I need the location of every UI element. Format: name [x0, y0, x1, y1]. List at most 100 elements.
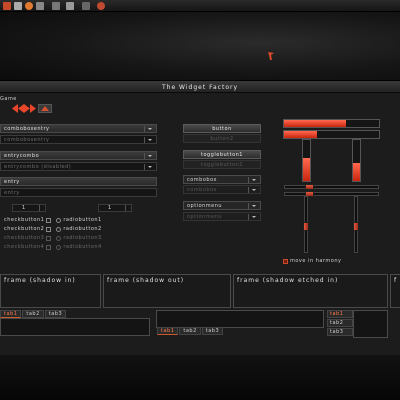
spinbutton-2[interactable]: 1: [98, 204, 132, 212]
entry-input[interactable]: entry: [0, 177, 157, 186]
app-icon[interactable]: [3, 2, 11, 10]
comboboxentry-disabled: comboboxentry: [0, 135, 157, 144]
notebook-right-panel: [353, 310, 388, 338]
progress-bar-top: [283, 119, 380, 128]
togglebutton1[interactable]: togglebutton1: [183, 150, 261, 159]
chevron-down-icon[interactable]: [144, 153, 154, 159]
vertical-progress-right: [352, 139, 361, 182]
comboboxentry-text: comboboxentry: [4, 126, 50, 132]
radiobutton4-label: radiobutton4: [63, 244, 102, 250]
combobox-disabled: combobox: [183, 185, 261, 194]
entry-text: entry: [4, 179, 20, 185]
tab-2[interactable]: tab2: [179, 327, 201, 335]
checkbox-icon[interactable]: [46, 217, 52, 223]
title-bar[interactable]: The Widget Factory: [0, 81, 400, 93]
radio-icon[interactable]: [56, 226, 62, 232]
spin-arrows-icon[interactable]: [125, 205, 130, 211]
checkbox-icon[interactable]: [46, 226, 52, 232]
notebook-bottom-panel: [156, 310, 324, 328]
chevron-down-icon[interactable]: [248, 177, 258, 183]
frame-shadow-etched-in: frame (shadow etched in): [233, 274, 388, 308]
checkbutton3-label: checkbutton3: [4, 235, 45, 241]
notebook-top-panel: [0, 318, 150, 336]
frame-partial: f: [390, 274, 400, 308]
progress-fill: [353, 162, 360, 181]
entrycombo-input[interactable]: entrycombo: [0, 151, 157, 160]
checkbutton1-label[interactable]: checkbutton1: [4, 217, 44, 223]
checkbutton4-label: checkbutton4: [4, 244, 45, 250]
progress-fill: [284, 131, 318, 138]
tab-1[interactable]: tab1: [327, 310, 353, 318]
files-icon[interactable]: [36, 2, 44, 10]
optionmenu-text: optionmenu: [187, 203, 223, 209]
desktop-background: [0, 12, 400, 80]
notebook-top-tabs: tab1 tab2 tab3: [0, 310, 67, 318]
entry-disabled: entry: [0, 188, 157, 197]
radiobutton2-label[interactable]: radiobutton2: [63, 226, 101, 232]
spinbutton-2-value: 1: [108, 205, 112, 211]
power-icon[interactable]: [97, 2, 105, 10]
progress-fill: [284, 120, 346, 127]
spin-arrows-icon[interactable]: [39, 205, 44, 211]
display-icon[interactable]: [82, 2, 90, 10]
chevron-down-icon: [248, 214, 258, 220]
tab-1[interactable]: tab1: [0, 310, 22, 318]
entrycombo-text: entrycombo: [4, 153, 40, 159]
progress-bar-second: [283, 130, 380, 139]
entrycombo-disabled-text: entrycombo (disabled): [4, 164, 72, 170]
comboboxentry-disabled-text: comboboxentry: [4, 137, 50, 143]
move-in-harmony-label: move in harmony: [290, 258, 342, 264]
radio-icon[interactable]: [56, 217, 62, 223]
checkbutton2-label[interactable]: checkbutton2: [4, 226, 44, 232]
button[interactable]: button: [183, 124, 261, 133]
settings-icon[interactable]: [52, 2, 60, 10]
vslider-1[interactable]: [303, 196, 309, 253]
spinbutton-1[interactable]: 1: [12, 204, 46, 212]
tab-2[interactable]: tab2: [22, 310, 44, 318]
move-in-harmony-check[interactable]: move in harmony: [283, 258, 341, 264]
radio-icon: [56, 244, 62, 250]
chevron-down-icon[interactable]: [144, 126, 154, 132]
terminal-icon[interactable]: [14, 2, 22, 10]
radiobutton3-label: radiobutton3: [63, 235, 102, 241]
radiobutton1-label[interactable]: radiobutton1: [63, 217, 101, 223]
slider-handle[interactable]: [305, 184, 314, 190]
slider-handle[interactable]: [353, 222, 359, 231]
tab-2[interactable]: tab2: [327, 319, 353, 327]
check-radio-row-2: checkbutton2 radiobutton2: [4, 226, 102, 232]
tab-3[interactable]: tab3: [44, 310, 67, 318]
check-radio-row-4: checkbutton4 radiobutton4: [4, 244, 102, 250]
frame-title: frame (shadow out): [107, 277, 185, 284]
media-next-icon[interactable]: [24, 104, 36, 113]
chevron-down-icon[interactable]: [248, 203, 258, 209]
menu-game[interactable]: Game: [0, 96, 17, 102]
spinbutton-1-value: 1: [22, 205, 26, 211]
check-radio-row-3: checkbutton3 radiobutton3: [4, 235, 102, 241]
tab-1[interactable]: tab1: [157, 327, 179, 335]
tab-3[interactable]: tab3: [201, 327, 224, 335]
optionmenu-disabled-text: optionmenu: [187, 214, 223, 220]
frame-shadow-in: frame (shadow in): [0, 274, 101, 308]
entry-disabled-text: entry: [4, 190, 20, 196]
toolbar-image-button[interactable]: [38, 104, 52, 113]
combobox-disabled-text: combobox: [187, 187, 217, 193]
mail-icon[interactable]: [66, 2, 74, 10]
desktop-bottom: [0, 355, 400, 400]
hslider-1[interactable]: [284, 184, 379, 190]
optionmenu[interactable]: optionmenu: [183, 201, 261, 210]
media-previous-icon[interactable]: [12, 104, 24, 113]
flame-icon: [41, 106, 49, 111]
optionmenu-disabled: optionmenu: [183, 212, 261, 221]
tab-3[interactable]: tab3: [327, 328, 353, 336]
browser-icon[interactable]: [25, 2, 33, 10]
notebook-bottom-tabs: tab1 tab2 tab3: [157, 327, 224, 335]
widget-factory-window: The Widget Factory Game comboboxentry co…: [0, 80, 400, 355]
checkbox-icon[interactable]: [283, 258, 288, 264]
frame-title: frame (shadow in): [4, 277, 76, 284]
comboboxentry-input[interactable]: comboboxentry: [0, 124, 157, 133]
vslider-2[interactable]: [353, 196, 359, 253]
combobox[interactable]: combobox: [183, 175, 261, 184]
slider-handle[interactable]: [303, 222, 309, 231]
hslider-2[interactable]: [284, 191, 379, 197]
combobox-text: combobox: [187, 177, 217, 183]
